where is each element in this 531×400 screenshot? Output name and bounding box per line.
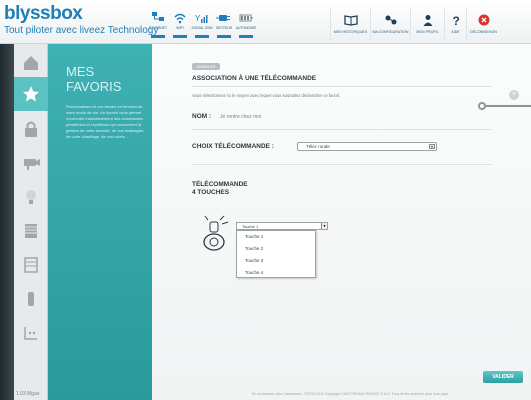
status-indicator	[151, 35, 165, 38]
nav-label: MES HISTORIQUES	[333, 30, 368, 34]
plug-icon	[216, 15, 230, 21]
book-icon	[343, 15, 358, 26]
divider	[192, 129, 492, 130]
thermo-icon	[28, 292, 34, 306]
app-window: blyssbox Tout piloter avec liveez Techno…	[0, 0, 531, 400]
blinds-icon	[24, 257, 38, 273]
shutter-icon	[25, 224, 37, 238]
touche-select-value: Touche 1	[242, 224, 259, 229]
touche-select[interactable]: Touche 1 ▾	[236, 222, 328, 230]
camera-icon	[24, 159, 40, 170]
sidebar-item-shutter[interactable]	[14, 214, 48, 248]
sidebar-item-home[interactable]	[14, 46, 48, 80]
nom-value: Je rentre chez moi	[220, 114, 262, 120]
touche-option[interactable]: Touche 2	[237, 243, 315, 255]
status-indicator	[173, 35, 187, 38]
status-autonomie: AUTONOMIE	[231, 11, 261, 38]
sidebar-item-heating[interactable]	[14, 282, 48, 316]
sidebar-item-blinds[interactable]	[14, 248, 48, 282]
nav-deconnexion-button[interactable]: DÉCONNEXION	[466, 8, 500, 40]
version-label: 1.03 Mgas	[16, 391, 40, 397]
status-indicator	[195, 35, 209, 38]
help-icon: ?	[452, 14, 459, 26]
panel-description: Personnalisez ici vos favoris en fonctio…	[66, 104, 145, 139]
main-content: ANNULER ASSOCIATION À UNE TÉLÉCOMMANDE V…	[152, 44, 531, 400]
close-icon[interactable]: ×	[509, 90, 519, 100]
chevron-down-icon: ▾	[429, 144, 435, 149]
panel-title: MES FAVORIS	[66, 64, 122, 94]
sidebar-item-light[interactable]	[14, 180, 48, 214]
wifi-icon	[174, 13, 186, 24]
sidebar-item-favoris[interactable]	[14, 77, 48, 111]
power-icon	[478, 14, 489, 26]
touche-option[interactable]: Touche 1	[237, 231, 315, 243]
page-title: ASSOCIATION À UNE TÉLÉCOMMANDE	[192, 75, 317, 82]
pointer-dot	[478, 102, 486, 110]
nav-configuration-button[interactable]: MA CONFIGURATION	[370, 8, 410, 40]
sidebar-item-socket[interactable]	[14, 316, 48, 350]
nom-label: NOM :	[192, 113, 212, 120]
signal-icon: Y	[195, 14, 208, 23]
touche-option[interactable]: Touche 4	[237, 267, 315, 279]
house-icon	[24, 56, 38, 70]
sidebar-item-camera[interactable]	[14, 146, 48, 180]
remote-title-line1: TÉLÉCOMMANDE	[192, 181, 248, 188]
nav-label: AIDE	[451, 30, 460, 34]
svg-text:Y: Y	[195, 14, 201, 23]
nav-label: DÉCONNEXION	[470, 30, 497, 34]
telecommande-select-value: Télec ronde	[306, 144, 330, 149]
page-description: Vous sélectionnez ici le moyen avec lequ…	[192, 93, 341, 98]
touche-option[interactable]: Touche 3	[237, 255, 315, 267]
nav-profil-button[interactable]: MON PROFIL	[410, 8, 444, 40]
pointer-line	[486, 105, 531, 107]
top-bar: blyssbox Tout piloter avec liveez Techno…	[0, 0, 531, 44]
star-icon	[23, 86, 39, 102]
status-indicator	[217, 35, 231, 38]
status-indicator	[239, 35, 253, 38]
ethernet-icon	[152, 12, 164, 21]
lock-icon	[25, 121, 37, 137]
sidebar: 1.03 Mgas	[14, 44, 48, 400]
logo: blyssbox	[4, 3, 83, 24]
remote-control-icon	[203, 215, 229, 251]
nav-label: MA CONFIGURATION	[372, 30, 409, 34]
user-icon	[423, 15, 432, 26]
bulb-icon	[26, 190, 36, 204]
config-icon	[385, 15, 396, 25]
divider	[192, 164, 492, 165]
telecommande-select[interactable]: Télec ronde ▾	[297, 142, 437, 151]
touche-dropdown: Touche 1 Touche 2 Touche 3 Touche 4	[236, 230, 316, 278]
cancel-button[interactable]: ANNULER	[192, 63, 220, 70]
nav-aide-button[interactable]: ? AIDE	[444, 8, 466, 40]
remote-title: TÉLÉCOMMANDE 4 TOUCHES	[192, 181, 248, 197]
choix-telecommande-label: CHOIX TÉLÉCOMMANDE :	[192, 143, 274, 150]
validate-button[interactable]: VALIDER	[483, 371, 523, 383]
favoris-panel: MES FAVORIS Personnalisez ici vos favori…	[48, 44, 152, 400]
tagline: Tout piloter avec liveez Technology	[4, 25, 159, 36]
battery-icon	[239, 14, 253, 22]
nav-historiques-button[interactable]: MES HISTORIQUES	[330, 8, 370, 40]
chevron-down-icon: ▾	[321, 223, 327, 229]
remote-title-line2: 4 TOUCHES	[192, 189, 230, 196]
status-label: AUTONOMIE	[235, 26, 257, 30]
window-edge	[0, 44, 14, 400]
nav-label: MON PROFIL	[416, 30, 439, 34]
socket-icon	[24, 327, 37, 340]
sidebar-item-security[interactable]	[14, 112, 48, 146]
footer-text: En exclusivité chez Castorama - ©2010-20…	[252, 392, 449, 396]
divider	[192, 86, 492, 87]
svg-text:?: ?	[452, 14, 459, 26]
